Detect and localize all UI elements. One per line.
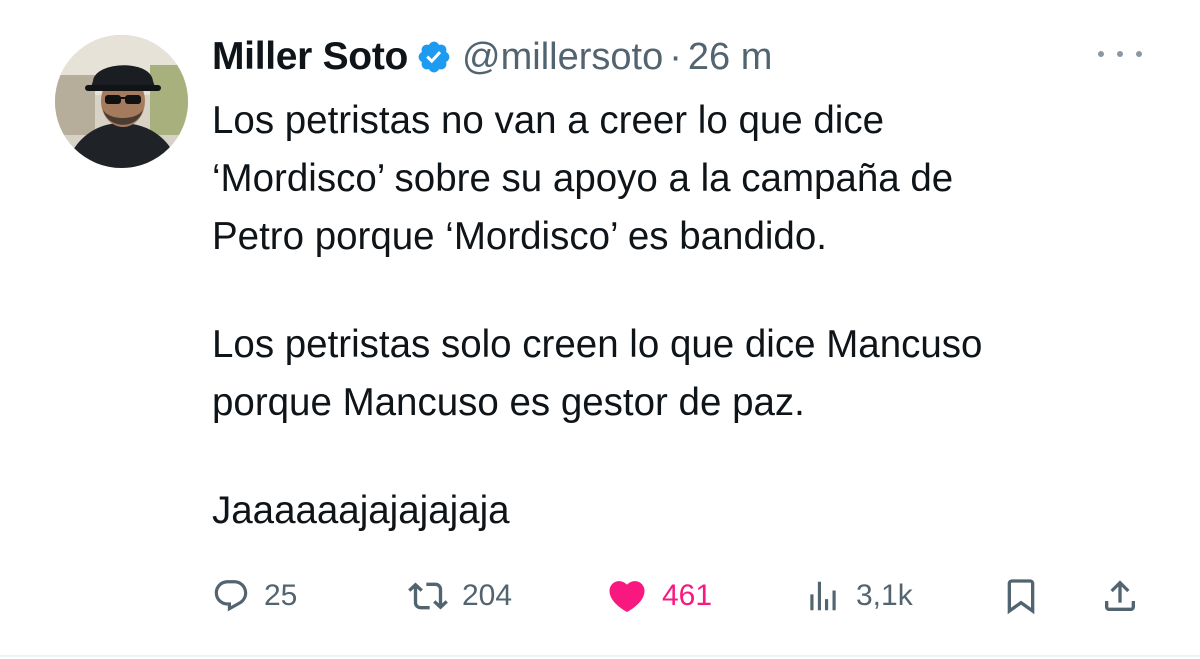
retweet-button[interactable]: 204 xyxy=(408,572,512,620)
verified-badge-icon[interactable] xyxy=(416,39,452,75)
like-count: 461 xyxy=(662,579,713,612)
tweet-actions: 25 204 461 3,1k xyxy=(212,572,1152,620)
tweet-paragraph: Los petristas no van a creer lo que dice… xyxy=(212,99,954,258)
author-handle[interactable]: @millersoto xyxy=(462,36,663,79)
heart-filled-icon xyxy=(609,581,645,613)
reply-count: 25 xyxy=(264,579,298,612)
tweet-header: Miller Soto @millersoto · 26 m xyxy=(212,32,772,82)
retweet-count: 204 xyxy=(462,579,513,612)
more-dot xyxy=(1117,51,1123,57)
like-button[interactable]: 461 xyxy=(606,572,712,620)
tweet-paragraph: Los petristas solo creen lo que dice Man… xyxy=(212,323,983,424)
more-dot xyxy=(1136,51,1142,57)
tweet-text: Los petristas no van a creer lo que dice… xyxy=(212,92,1172,540)
bookmark-button[interactable] xyxy=(1001,572,1041,620)
tweet-paragraph: Jaaaaaajajajajaja xyxy=(212,489,510,532)
views-button[interactable]: 3,1k xyxy=(804,572,913,620)
header-separator: · xyxy=(669,35,682,78)
views-chart-icon xyxy=(810,581,836,611)
more-dot xyxy=(1098,51,1104,57)
share-icon xyxy=(1105,580,1135,611)
tweet-time[interactable]: 26 m xyxy=(688,36,772,79)
avatar[interactable] xyxy=(55,35,188,168)
retweet-icon xyxy=(408,582,448,610)
reply-button[interactable]: 25 xyxy=(212,572,297,620)
avatar-photo xyxy=(55,35,188,168)
divider xyxy=(0,655,1200,657)
share-button[interactable] xyxy=(1100,572,1140,620)
reply-icon xyxy=(214,580,248,612)
bookmark-icon xyxy=(1007,579,1035,615)
views-count: 3,1k xyxy=(856,579,913,612)
more-dots-icon[interactable] xyxy=(1098,42,1142,66)
author-name[interactable]: Miller Soto xyxy=(212,35,408,79)
tweet-card[interactable]: Miller Soto @millersoto · 26 m Los petri… xyxy=(0,0,1200,659)
